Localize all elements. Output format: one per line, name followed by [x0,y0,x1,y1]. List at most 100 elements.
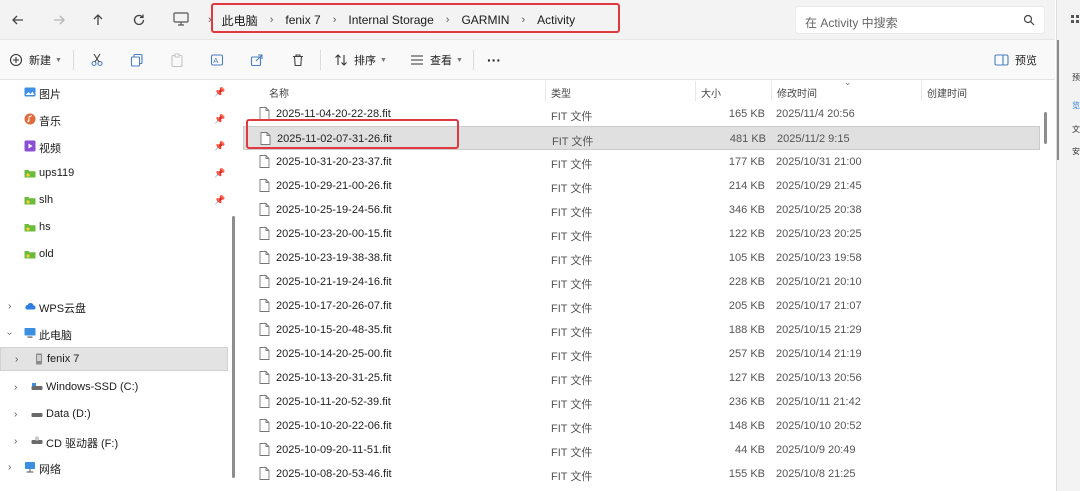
breadcrumb-separator[interactable]: › [333,14,337,26]
chevron-right-icon[interactable]: › [8,462,11,473]
sidebar-item-pictures[interactable]: 图片 📌 [0,81,228,105]
sort-button[interactable]: 排序 ▼ [334,50,387,70]
breadcrumb-separator[interactable]: › [446,14,450,26]
file-row[interactable]: 2025-11-04-20-22-28.fit FIT 文件 165 KB 2025/… [243,102,1040,126]
file-type: FIT 文件 [551,375,593,387]
file-row[interactable]: 2025-10-29-21-00-26.fit FIT 文件 214 KB 2025/… [243,174,1040,198]
file-size: 481 KB [729,133,766,145]
preview-pane-icon [994,54,1009,66]
breadcrumb-separator[interactable]: › [521,14,525,26]
sidebar-item-label: 音乐 [39,116,61,128]
sidebar-item-windows-ssd[interactable]: › Windows-SSD (C:) [0,376,228,400]
file-size: 228 KB [728,276,765,288]
view-button[interactable]: 查看 ▼ [410,50,463,70]
file-row[interactable]: 2025-11-02-07-31-26.fit FIT 文件 481 KB 2025/… [243,126,1040,150]
file-row[interactable]: 2025-10-09-20-11-51.fit FIT 文件 44 KB 2025/1… [243,438,1040,462]
sidebar-item-cd-drive[interactable]: › CD 驱动器 (F:) [0,430,228,454]
file-row[interactable]: 2025-10-25-19-24-56.fit FIT 文件 346 KB 2025/… [243,198,1040,222]
details-scrollbar[interactable] [1057,40,1059,160]
sidebar-item-data-d[interactable]: › Data (D:) [0,403,228,427]
column-divider[interactable] [921,81,922,101]
sidebar-item-label: 视频 [39,143,61,155]
sidebar-item-label: CD 驱动器 (F:) [46,438,119,450]
sidebar-item-fenix7[interactable]: › fenix 7 [0,347,228,371]
plus-circle-icon [9,53,23,67]
file-icon [259,395,270,408]
file-row[interactable]: 2025-10-10-20-22-06.fit FIT 文件 148 KB 2025/… [243,414,1040,438]
file-row[interactable]: 2025-10-15-20-48-35.fit FIT 文件 188 KB 2025/… [243,318,1040,342]
cd-drive-icon [31,436,43,444]
file-row[interactable]: 2025-10-14-20-25-00.fit FIT 文件 257 KB 2025/… [243,342,1040,366]
chevron-right-icon[interactable]: › [14,409,17,420]
file-type: FIT 文件 [551,423,593,435]
back-button[interactable] [7,9,29,31]
cloud-icon [25,302,36,310]
file-row[interactable]: 2025-10-11-20-52-39.fit FIT 文件 236 KB 2025/… [243,390,1040,414]
file-size: 214 KB [728,180,765,192]
sidebar-item-label: old [39,248,54,260]
file-size: 188 KB [728,324,765,336]
file-type: FIT 文件 [551,111,593,123]
refresh-button[interactable] [128,9,150,31]
more-options-button[interactable]: ··· [487,50,501,70]
breadcrumb-activity[interactable]: Activity [537,13,575,27]
file-modified: 2025/10/23 20:25 [776,228,862,240]
breadcrumb-separator[interactable]: › [270,14,274,26]
file-icon [259,155,270,168]
file-row[interactable]: 2025-10-08-20-53-46.fit FIT 文件 155 KB 2025/… [243,462,1040,486]
file-type: FIT 文件 [552,136,594,148]
breadcrumb-fenix[interactable]: fenix 7 [285,13,320,27]
sidebar-item-ups119[interactable]: ups119 📌 [0,162,228,186]
chevron-right-icon[interactable]: › [15,354,18,365]
sidebar-item-wps-cloud[interactable]: › WPS云盘 [0,295,228,319]
file-row[interactable]: 2025-10-23-20-00-15.fit FIT 文件 122 KB 2025/… [243,222,1040,246]
chevron-down-icon[interactable]: › [4,332,15,335]
file-modified: 2025/10/29 21:45 [776,180,862,192]
sidebar-item-hs[interactable]: hs [0,216,228,240]
forward-button[interactable] [48,9,70,31]
file-icon [260,132,271,145]
sidebar-item-videos[interactable]: 视频 📌 [0,135,228,159]
file-row[interactable]: 2025-10-23-19-38-38.fit FIT 文件 105 KB 2025/… [243,246,1040,270]
up-button[interactable] [87,9,109,31]
breadcrumb-garmin[interactable]: GARMIN [461,13,509,27]
paste-button[interactable] [170,50,184,70]
file-row[interactable]: 2025-10-17-20-26-07.fit FIT 文件 205 KB 2025/… [243,294,1040,318]
file-row[interactable]: 2025-10-31-20-23-37.fit FIT 文件 177 KB 2025/… [243,150,1040,174]
sidebar-item-music[interactable]: 音乐 📌 [0,108,228,132]
column-divider[interactable] [695,81,696,101]
details-text: 安 [1072,147,1080,156]
chevron-right-icon[interactable]: › [8,301,11,312]
sidebar-item-this-pc[interactable]: › 此电脑 [0,322,228,346]
breadcrumb-internal-storage[interactable]: Internal Storage [348,13,433,27]
computer-icon [24,328,36,338]
file-modified: 2025/10/17 21:07 [776,300,862,312]
copy-button[interactable] [130,50,144,70]
drive-icon [31,413,43,417]
sidebar-item-old[interactable]: old [0,243,228,267]
sidebar-scrollbar[interactable] [232,216,235,478]
file-list-scrollbar[interactable] [1044,112,1047,144]
column-divider[interactable] [771,81,772,101]
cut-button[interactable] [90,50,104,70]
file-row[interactable]: 2025-10-21-19-24-16.fit FIT 文件 228 KB 2025/… [243,270,1040,294]
refresh-icon [133,14,145,26]
sidebar-item-label: ups119 [39,167,75,179]
file-icon [259,419,270,432]
sidebar-item-slh[interactable]: slh 📌 [0,189,228,213]
chevron-right-icon[interactable]: › [14,436,17,447]
chevron-right-icon[interactable]: › [14,382,17,393]
column-divider[interactable] [545,81,546,101]
file-type: FIT 文件 [551,255,593,267]
new-button[interactable]: 新建 ▼ [9,50,62,70]
file-type: FIT 文件 [551,159,593,171]
share-button[interactable] [250,50,264,70]
search-input[interactable]: 在 Activity 中搜索 [795,6,1045,34]
file-row[interactable]: 2025-10-13-20-31-25.fit FIT 文件 127 KB 2025/… [243,366,1040,390]
file-name: 2025-10-17-20-26-07.fit [276,300,392,312]
rename-button[interactable]: A [210,50,224,70]
delete-button[interactable] [291,50,305,70]
preview-pane-button[interactable]: 预览 [994,50,1037,70]
sidebar-item-network[interactable]: › 网络 [0,456,228,480]
breadcrumb-this-pc[interactable]: 此电脑 [222,12,258,29]
